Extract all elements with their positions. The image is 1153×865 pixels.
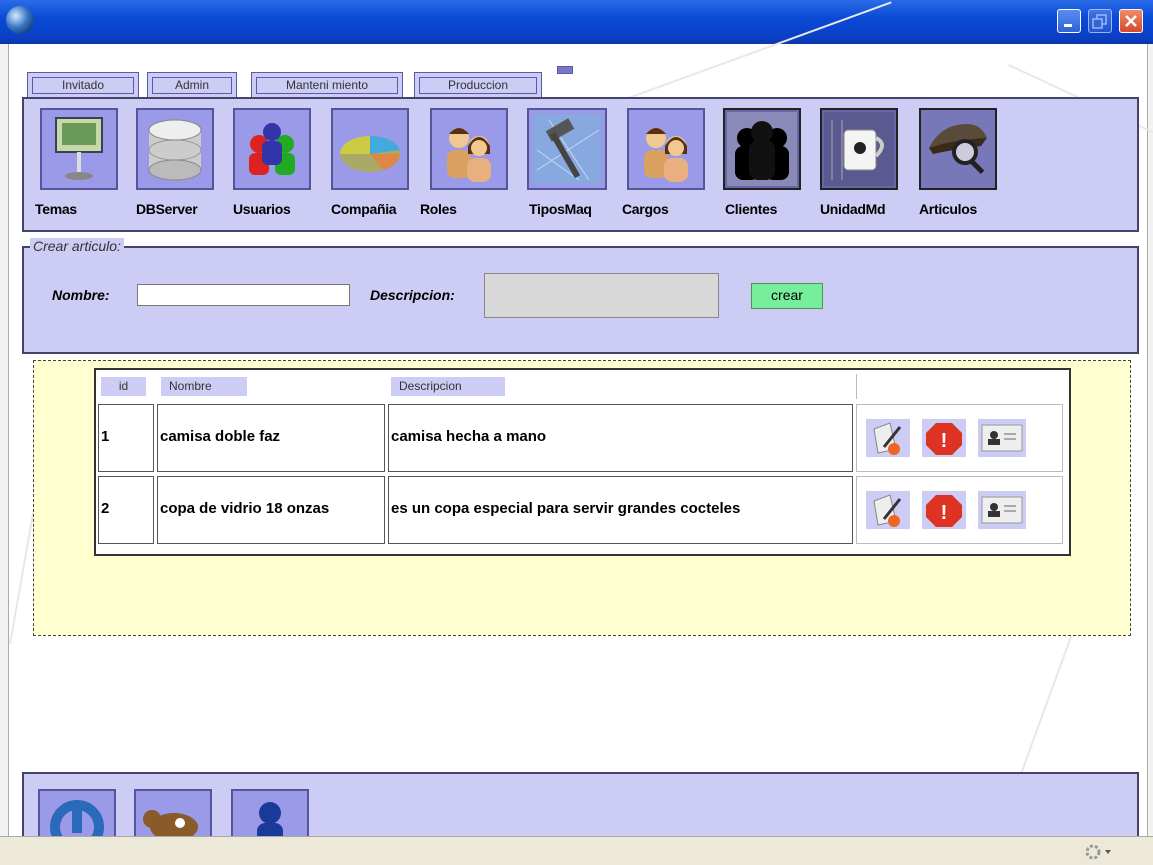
company-chart-icon [331,108,409,190]
header-label: id [101,377,146,396]
cell-text: copa de vidrio 18 onzas [160,500,330,517]
delete-button[interactable]: ! [922,419,966,457]
user-card-icon [981,496,1023,524]
table-cell-descripcion: es un copa especial para servir grandes … [388,476,853,544]
user-tools-button[interactable] [231,789,309,838]
people-icon [430,108,508,190]
presentation-icon [40,108,118,190]
nombre-label: Nombre: [52,287,110,303]
header-label: Nombre [161,377,247,396]
svg-text:!: ! [941,430,948,452]
user-card-button[interactable] [978,491,1026,529]
form-legend: Crear articulo: [30,238,124,254]
toolbar-item-label: TiposMaq [529,201,592,217]
articles-table: id Nombre Descripcion 1 camisa doble faz… [94,368,1071,556]
crear-button[interactable]: crear [751,283,823,309]
tab-label: Produccion [447,78,509,92]
toolbar-item-label: UnidadMd [820,201,886,217]
delete-warning-icon: ! [926,495,962,527]
maximize-button[interactable] [1088,9,1112,33]
users-icon [233,108,311,190]
toolbar-item-label: Temas [35,201,77,217]
silhouettes-icon [723,108,801,190]
power-icon [50,800,104,838]
header-actions [856,374,1064,399]
toolbar-item-label: Articulos [919,201,977,217]
header-label: Descripcion [391,377,505,396]
cell-text: 2 [101,500,110,517]
nombre-input[interactable] [137,284,350,306]
user-card-icon [981,424,1023,452]
bottom-toolbar [22,772,1139,838]
table-cell-actions: ! [856,476,1063,544]
table-cell-actions: ! [856,404,1063,472]
module-toolbar: Temas DBServer Usuarios Compañia Roles T… [22,97,1139,232]
descripcion-input[interactable] [484,273,719,318]
gear-icon[interactable] [1083,843,1113,861]
globe-icon [6,6,34,34]
delete-warning-icon: ! [926,423,962,455]
toolbar-item-label: Roles [420,201,457,217]
minimize-icon [1058,10,1080,32]
database-icon [136,108,214,190]
toolbar-item-label: Cargos [622,201,669,217]
tab-label: Manteni miento [285,78,369,92]
toolbar-item-label: Usuarios [233,201,291,217]
tab-mantenimiento[interactable]: Manteni miento [251,72,403,98]
tab-invitado[interactable]: Invitado [27,72,139,98]
delete-button[interactable]: ! [922,491,966,529]
edit-button[interactable] [866,491,910,529]
cell-text: 1 [101,428,110,445]
user-tools-icon [257,802,283,838]
descripcion-label: Descripcion: [370,287,455,303]
cell-text: camisa doble faz [160,428,281,445]
table-cell-descripcion: camisa hecha a mano [388,404,853,472]
cell-text: es un copa especial para servir grandes … [391,500,741,517]
people-icon [627,108,705,190]
table-cell-nombre: copa de vidrio 18 onzas [157,476,385,544]
detective-magnifier-icon [919,108,997,190]
status-bar [0,836,1153,865]
close-icon [1120,10,1142,32]
maximize-icon [1089,10,1111,32]
edit-icon [873,422,902,455]
tab-admin[interactable]: Admin [147,72,237,98]
tab-label: Invitado [61,78,105,92]
tab-produccion[interactable]: Produccion [414,72,542,98]
header-descripcion[interactable]: Descripcion [388,374,853,399]
minimize-button[interactable] [1057,9,1081,33]
window-title-bar [0,0,1153,44]
edit-icon [873,494,902,527]
toolbar-item-label: DBServer [136,201,198,217]
hammer-icon [527,108,607,190]
coffee-cup-icon [820,108,898,190]
edit-button[interactable] [866,419,910,457]
main-content: Invitado Admin Manteni miento Produccion… [8,1,1153,838]
power-button[interactable] [38,789,116,838]
user-card-button[interactable] [978,419,1026,457]
table-cell-id: 2 [98,476,154,544]
table-cell-nombre: camisa doble faz [157,404,385,472]
toolbar-item-label: Compañia [331,201,397,217]
close-button[interactable] [1119,9,1143,33]
tab-collapse-handle[interactable] [557,66,573,74]
toolbar-item-label: Clientes [725,201,778,217]
header-id[interactable]: id [98,374,153,399]
svg-text:!: ! [941,502,948,524]
cell-text: camisa hecha a mano [391,428,547,445]
cow-button[interactable] [134,789,212,838]
header-nombre[interactable]: Nombre [158,374,383,399]
create-article-panel: Crear articulo: Nombre: Descripcion: cre… [22,238,1139,354]
tab-label: Admin [174,78,209,92]
table-cell-id: 1 [98,404,154,472]
cow-icon [143,810,198,838]
